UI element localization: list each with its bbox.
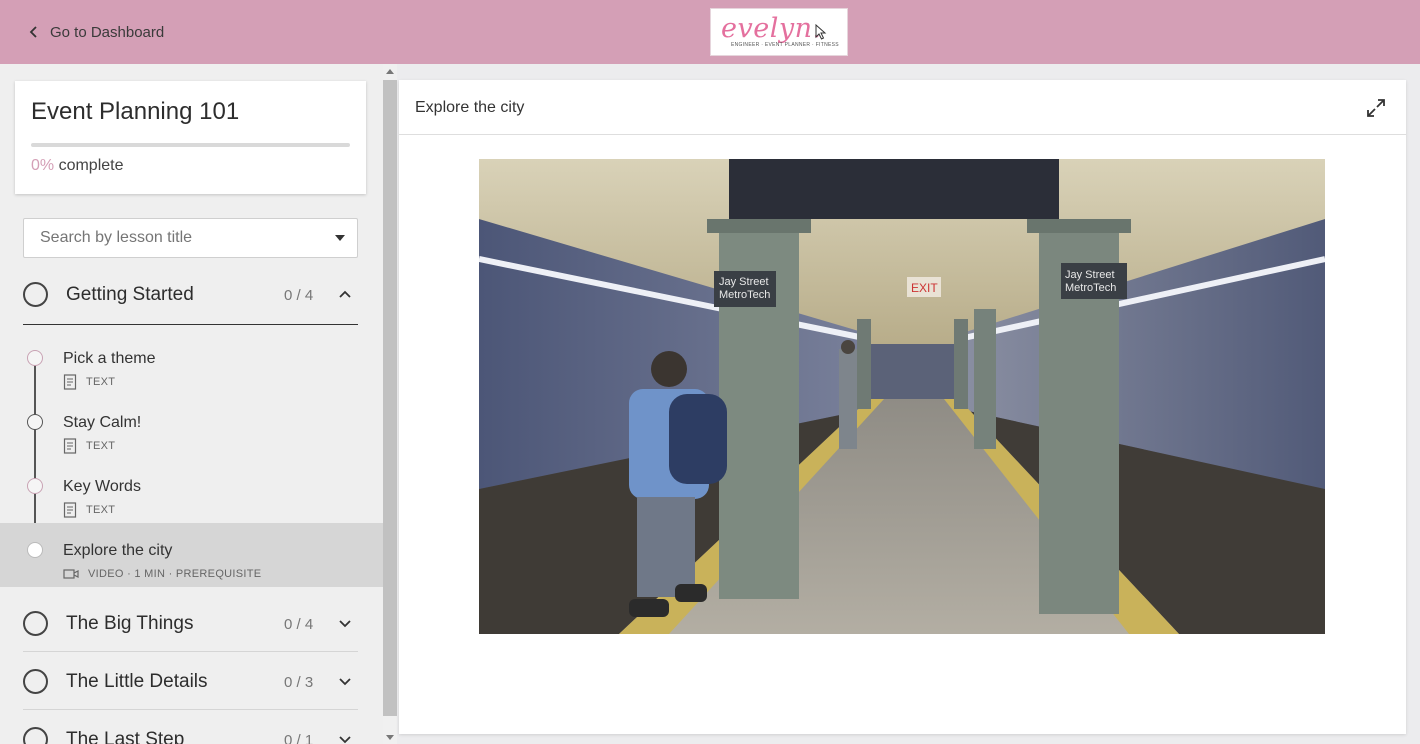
lesson-title: Stay Calm! xyxy=(63,414,142,431)
progress-percent: 0% xyxy=(31,157,55,174)
lesson-title: Key Words xyxy=(63,478,141,495)
text-document-icon xyxy=(63,374,77,390)
chevron-down-icon[interactable] xyxy=(338,674,352,688)
logo-wordmark: evelyn. xyxy=(721,13,822,44)
go-to-dashboard-link[interactable]: Go to Dashboard xyxy=(28,20,164,44)
scrollbar-thumb[interactable] xyxy=(383,80,397,716)
svg-text:EXIT: EXIT xyxy=(911,281,938,295)
expand-arrows-icon[interactable] xyxy=(1365,97,1387,119)
svg-text:MetroTech: MetroTech xyxy=(1065,282,1116,294)
lesson-search-dropdown[interactable] xyxy=(23,218,358,258)
top-bar: Go to Dashboard evelyn. ENGINEER · EVENT… xyxy=(0,0,1420,64)
lesson-content-title: Explore the city xyxy=(415,99,525,116)
svg-text:MetroTech: MetroTech xyxy=(719,289,770,301)
section-title: Getting Started xyxy=(66,284,194,305)
lesson-title: Pick a theme xyxy=(63,350,156,367)
lesson-status-dot xyxy=(27,350,43,366)
brand-logo[interactable]: evelyn. ENGINEER · EVENT PLANNER · FITNE… xyxy=(710,8,848,56)
lesson-meta: TEXT xyxy=(63,438,116,454)
progress-suffix: complete xyxy=(54,157,124,174)
logo-tagline: ENGINEER · EVENT PLANNER · FITNESS xyxy=(731,42,839,48)
section-title: The Last Step xyxy=(66,729,185,744)
lesson-explore-the-city[interactable]: Explore the city VIDEO · 1 MIN · PREREQU… xyxy=(0,523,383,587)
scroll-up-arrow-icon[interactable] xyxy=(386,69,394,74)
svg-text:Jay Street: Jay Street xyxy=(719,276,769,288)
lesson-search-input[interactable] xyxy=(40,229,320,247)
text-document-icon xyxy=(63,438,77,454)
progress-bar xyxy=(31,143,350,147)
lesson-type: TEXT xyxy=(86,504,116,516)
section-progress-count: 0 / 1 xyxy=(284,732,314,744)
section-progress-count: 0 / 4 xyxy=(284,287,314,304)
section-title: The Little Details xyxy=(66,671,208,692)
lesson-type: TEXT xyxy=(86,440,116,452)
progress-text: 0% complete xyxy=(31,157,124,175)
svg-text:Jay Street: Jay Street xyxy=(1065,269,1115,281)
chevron-left-icon xyxy=(29,26,37,38)
chevron-down-icon[interactable] xyxy=(338,732,352,744)
section-the-big-things[interactable]: The Big Things 0 / 4 xyxy=(23,594,358,652)
lesson-meta: TEXT xyxy=(63,374,116,390)
course-sidebar: Event Planning 101 0% complete Getting S… xyxy=(0,64,383,744)
subway-platform-video-frame: Jay Street MetroTech Jay Street MetroTec… xyxy=(479,159,1325,634)
text-document-icon xyxy=(63,502,77,518)
section-the-little-details[interactable]: The Little Details 0 / 3 xyxy=(23,652,358,710)
lesson-content-panel: Explore the city Jay Street MetroTech Ja… xyxy=(399,80,1406,734)
section-status-circle-icon xyxy=(23,282,48,307)
section-progress-count: 0 / 3 xyxy=(284,674,314,691)
lesson-meta: TEXT xyxy=(63,502,116,518)
section-title: The Big Things xyxy=(66,613,194,634)
lesson-status-dot xyxy=(27,478,43,494)
lesson-type: TEXT xyxy=(86,376,116,388)
course-title: Event Planning 101 xyxy=(31,98,240,125)
lesson-meta: VIDEO · 1 MIN · PREREQUISITE xyxy=(63,567,261,581)
lesson-status-dot xyxy=(27,542,43,558)
chevron-up-icon[interactable] xyxy=(338,287,352,301)
chevron-down-icon[interactable] xyxy=(338,616,352,630)
lesson-key-words[interactable]: Key Words TEXT xyxy=(0,459,383,523)
scroll-down-arrow-icon[interactable] xyxy=(386,735,394,740)
section-status-circle-icon xyxy=(23,727,48,744)
lesson-video-player[interactable]: Jay Street MetroTech Jay Street MetroTec… xyxy=(479,159,1325,634)
mouse-cursor-icon xyxy=(815,24,827,40)
section-the-last-step[interactable]: The Last Step 0 / 1 xyxy=(23,710,358,744)
go-to-dashboard-label: Go to Dashboard xyxy=(50,23,165,41)
lesson-title: Explore the city xyxy=(63,542,173,559)
lesson-type: VIDEO · 1 MIN · PREREQUISITE xyxy=(88,568,262,580)
dropdown-caret-icon[interactable] xyxy=(335,235,345,241)
section-status-circle-icon xyxy=(23,611,48,636)
lesson-status-dot xyxy=(27,414,43,430)
course-progress-card: Event Planning 101 0% complete xyxy=(15,81,366,194)
section-progress-count: 0 / 4 xyxy=(284,616,314,633)
video-camera-icon xyxy=(63,569,79,579)
section-getting-started[interactable]: Getting Started 0 / 4 xyxy=(23,265,358,325)
sidebar-scrollbar[interactable] xyxy=(383,64,397,744)
lesson-pick-a-theme[interactable]: Pick a theme TEXT xyxy=(0,331,383,395)
section-status-circle-icon xyxy=(23,669,48,694)
lesson-content-header: Explore the city xyxy=(399,80,1406,135)
lesson-stay-calm[interactable]: Stay Calm! TEXT xyxy=(0,395,383,459)
